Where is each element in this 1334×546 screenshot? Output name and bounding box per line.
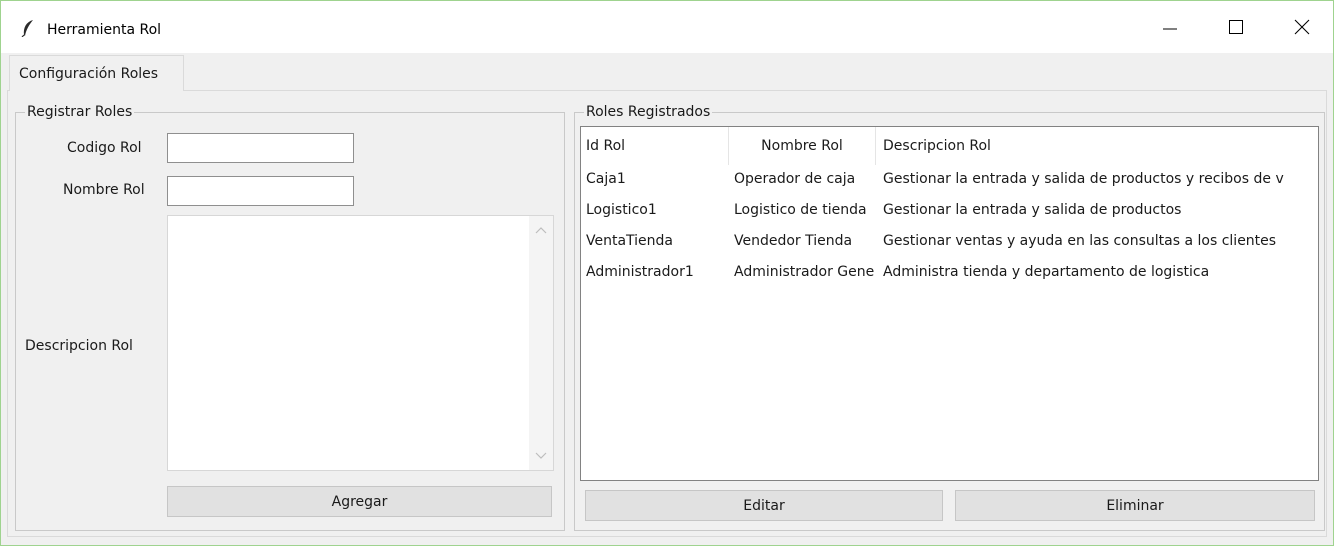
column-separator[interactable] (875, 127, 876, 165)
column-header-id[interactable]: Id Rol (586, 127, 726, 165)
scroll-down-icon[interactable] (535, 452, 547, 460)
cell-name: Logistico de tienda (734, 202, 867, 218)
description-label: Descripcion Rol (25, 338, 133, 354)
cell-name: Vendedor Tienda (734, 233, 853, 249)
minimize-button[interactable] (1147, 1, 1193, 53)
table-row[interactable]: Administrador1 Administrador General Adm… (581, 261, 1318, 288)
code-input[interactable] (167, 133, 354, 163)
name-label: Nombre Rol (63, 182, 145, 198)
feather-icon (21, 19, 35, 38)
add-button[interactable]: Agregar (167, 486, 552, 517)
cell-id: Administrador1 (586, 264, 694, 280)
cell-description: Gestionar la entrada y salida de product… (883, 171, 1284, 187)
cell-description: Gestionar ventas y ayuda en las consulta… (883, 233, 1277, 249)
column-header-name[interactable]: Nombre Rol (729, 127, 875, 165)
register-roles-title: Registrar Roles (25, 104, 135, 120)
cell-description: Administra tienda y departamento de logi… (883, 264, 1210, 280)
close-button[interactable] (1279, 1, 1325, 53)
maximize-button[interactable] (1213, 1, 1259, 53)
registered-roles-title: Roles Registrados (584, 104, 713, 120)
edit-button[interactable]: Editar (585, 490, 943, 521)
column-header-description[interactable]: Descripcion Rol (883, 127, 1313, 165)
minimize-icon (1163, 28, 1177, 30)
name-input[interactable] (167, 176, 354, 206)
maximize-icon (1229, 20, 1243, 34)
title-bar: Herramienta Rol (1, 1, 1333, 53)
tab-configuracion-roles[interactable]: Configuración Roles (9, 55, 184, 91)
cell-description: Gestionar la entrada y salida de product… (883, 202, 1182, 218)
description-textarea[interactable] (167, 215, 554, 471)
roles-table[interactable]: Id Rol Nombre Rol Descripcion Rol Caja1 … (580, 126, 1319, 481)
cell-id: Caja1 (586, 171, 626, 187)
delete-button[interactable]: Eliminar (955, 490, 1315, 521)
table-row[interactable]: Logistico1 Logistico de tienda Gestionar… (581, 199, 1318, 226)
app-window: Herramienta Rol Configuración Roles Regi… (0, 0, 1334, 546)
cell-id: VentaTienda (586, 233, 674, 249)
table-row[interactable]: VentaTienda Vendedor Tienda Gestionar ve… (581, 230, 1318, 257)
table-row[interactable]: Caja1 Operador de caja Gestionar la entr… (581, 168, 1318, 195)
tab-label: Configuración Roles (19, 66, 159, 82)
code-label: Codigo Rol (67, 140, 142, 156)
cell-name: Administrador General (734, 264, 875, 280)
close-icon (1294, 19, 1310, 35)
tab-strip (1, 53, 1333, 91)
window-title: Herramienta Rol (47, 22, 162, 38)
cell-id: Logistico1 (586, 202, 657, 218)
cell-name: Operador de caja (734, 171, 856, 187)
scroll-up-icon[interactable] (535, 226, 547, 234)
description-scrollbar[interactable] (529, 216, 553, 470)
